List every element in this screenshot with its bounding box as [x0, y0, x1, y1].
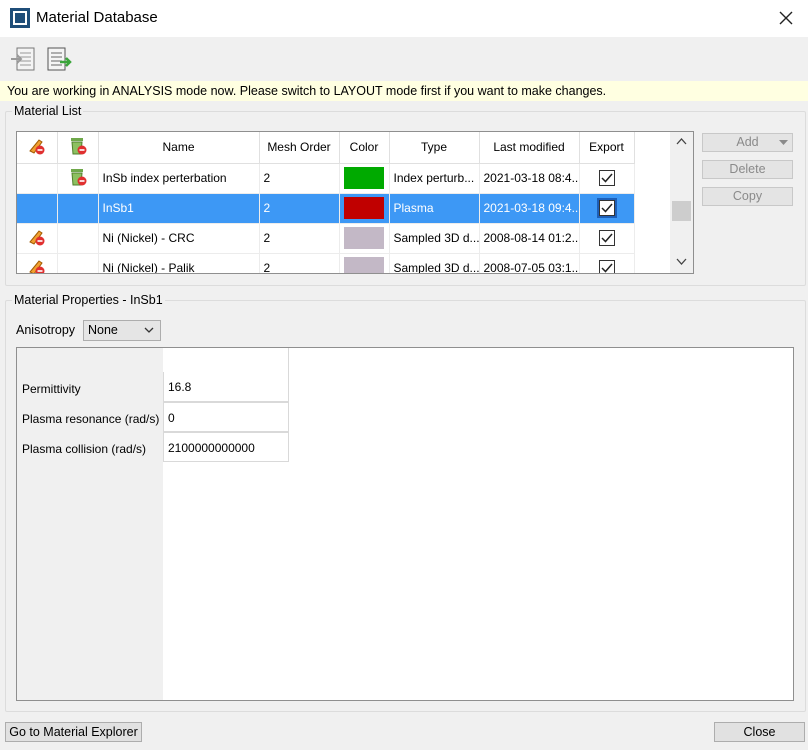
- chevron-down-icon: [144, 327, 154, 333]
- add-button[interactable]: Add: [702, 133, 793, 152]
- material-type: Sampled 3D d...: [389, 253, 480, 273]
- import-icon[interactable]: [10, 45, 38, 73]
- permittivity-field[interactable]: 16.8: [163, 372, 289, 402]
- column-header-last-modified[interactable]: Last modified: [479, 132, 580, 164]
- mesh-order: 2: [259, 193, 340, 224]
- row-icon-cell: [57, 193, 99, 224]
- material-name: InSb index perterbation: [98, 163, 260, 194]
- plasma-collision-label: Plasma collision (rad/s): [22, 442, 147, 456]
- row-icon-cell: [17, 163, 58, 194]
- material-type: Plasma: [389, 193, 480, 224]
- app-icon: [10, 8, 30, 28]
- color-cell[interactable]: [339, 223, 390, 254]
- color-swatch[interactable]: [344, 167, 384, 189]
- mesh-order: 2: [259, 223, 340, 254]
- row-icon-cell: [57, 253, 99, 273]
- material-list-title: Material List: [12, 104, 84, 118]
- color-swatch[interactable]: [344, 227, 384, 249]
- color-swatch[interactable]: [344, 197, 384, 219]
- table-row[interactable]: InSb index perterbation 2 Index perturb.…: [17, 163, 635, 194]
- row-icon-cell: [17, 223, 58, 254]
- color-cell[interactable]: [339, 253, 390, 273]
- table-row-selected[interactable]: InSb1 2 Plasma 2021-03-18 09:4...: [17, 193, 635, 224]
- export-cell[interactable]: [579, 163, 635, 194]
- color-swatch[interactable]: [344, 257, 384, 273]
- last-modified: 2021-03-18 09:4...: [479, 193, 580, 224]
- export-checkbox[interactable]: [598, 170, 615, 186]
- header-edit-col: [17, 132, 58, 164]
- add-button-label: Add: [736, 135, 759, 149]
- last-modified: 2021-03-18 08:4...: [479, 163, 580, 194]
- export-cell[interactable]: [579, 223, 635, 254]
- export-icon[interactable]: [46, 45, 74, 73]
- header-delete-col: [57, 132, 99, 164]
- material-name: Ni (Nickel) - Palik: [98, 253, 260, 273]
- export-cell[interactable]: [579, 253, 635, 273]
- export-checkbox[interactable]: [598, 260, 615, 273]
- copy-button[interactable]: Copy: [702, 187, 793, 206]
- material-name: InSb1: [98, 193, 260, 224]
- material-name: Ni (Nickel) - CRC: [98, 223, 260, 254]
- anisotropy-select[interactable]: None: [83, 320, 161, 341]
- edit-locked-icon[interactable]: [27, 257, 47, 275]
- column-header-type[interactable]: Type: [389, 132, 480, 164]
- table-scrollbar[interactable]: [670, 132, 693, 273]
- table-header: Name Mesh Order Color Type Last modified…: [17, 132, 635, 164]
- mode-warning-banner: You are working in ANALYSIS mode now. Pl…: [0, 81, 808, 101]
- column-header-name[interactable]: Name: [98, 132, 260, 164]
- scroll-up-icon[interactable]: [676, 137, 687, 145]
- last-modified: 2008-08-14 01:2...: [479, 223, 580, 254]
- color-cell[interactable]: [339, 193, 390, 224]
- scroll-down-icon[interactable]: [676, 258, 687, 266]
- edit-locked-icon[interactable]: [27, 227, 47, 247]
- close-icon[interactable]: [774, 6, 798, 30]
- plasma-resonance-label: Plasma resonance (rad/s): [22, 412, 160, 426]
- plasma-resonance-field[interactable]: 0: [163, 402, 289, 432]
- delete-button[interactable]: Delete: [702, 160, 793, 179]
- row-icon-cell: [57, 223, 99, 254]
- row-icon-cell: [57, 163, 99, 194]
- material-type: Index perturb...: [389, 163, 480, 194]
- color-cell[interactable]: [339, 163, 390, 194]
- go-to-material-explorer-button[interactable]: Go to Material Explorer: [5, 722, 142, 742]
- material-properties-title: Material Properties - InSb1: [12, 293, 165, 307]
- export-checkbox[interactable]: [598, 230, 615, 246]
- last-modified: 2008-07-05 03:1...: [479, 253, 580, 273]
- plasma-collision-field[interactable]: 2100000000000: [163, 432, 289, 462]
- mesh-order: 2: [259, 253, 340, 273]
- anisotropy-label: Anisotropy: [16, 323, 76, 337]
- table-row[interactable]: Ni (Nickel) - Palik 2 Sampled 3D d... 20…: [17, 253, 635, 275]
- edit-locked-icon: [28, 139, 45, 155]
- delete-material-icon: [70, 137, 86, 155]
- properties-label-column: [17, 348, 163, 700]
- properties-panel: Permittivity 16.8 Plasma resonance (rad/…: [16, 347, 794, 701]
- material-type: Sampled 3D d...: [389, 223, 480, 254]
- column-header-color[interactable]: Color: [339, 132, 390, 164]
- column-header-export[interactable]: Export: [579, 132, 635, 164]
- row-icon-cell: [17, 193, 58, 224]
- row-icon-cell: [17, 253, 58, 275]
- column-header-mesh-order[interactable]: Mesh Order: [259, 132, 340, 164]
- scrollbar-thumb[interactable]: [672, 201, 691, 221]
- window-title: Material Database: [36, 9, 158, 26]
- title-bar: Material Database: [0, 0, 808, 37]
- export-cell[interactable]: [579, 193, 635, 224]
- permittivity-label: Permittivity: [22, 382, 81, 396]
- toolbar: [0, 37, 808, 81]
- chevron-down-icon: [779, 140, 788, 145]
- material-table: Name Mesh Order Color Type Last modified…: [16, 131, 694, 274]
- table-row[interactable]: Ni (Nickel) - CRC 2 Sampled 3D d... 2008…: [17, 223, 635, 254]
- export-checkbox[interactable]: [596, 198, 617, 218]
- anisotropy-value: None: [88, 323, 118, 337]
- delete-material-icon[interactable]: [67, 166, 89, 188]
- close-button[interactable]: Close: [714, 722, 805, 742]
- mesh-order: 2: [259, 163, 340, 194]
